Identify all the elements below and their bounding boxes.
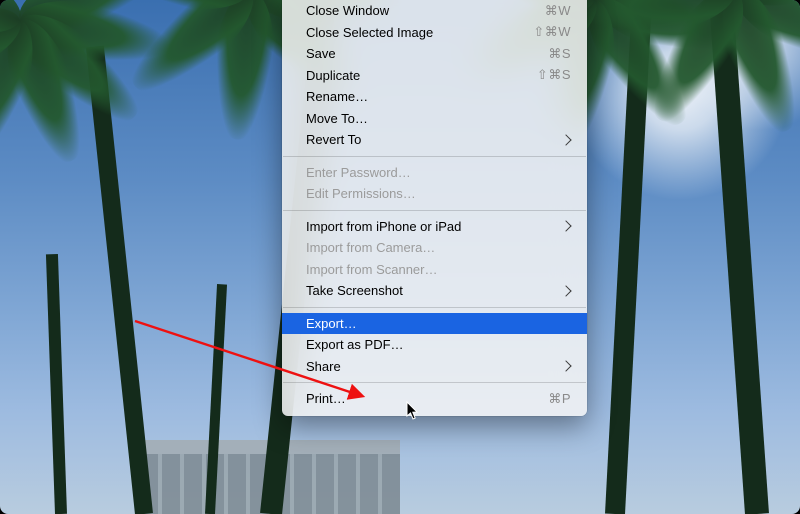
menu-separator bbox=[283, 210, 586, 211]
menu-item-shortcut: ⇧⌘S bbox=[537, 67, 571, 83]
menu-item-label: Export as PDF… bbox=[306, 337, 571, 352]
menu-item-close-selected-image[interactable]: Close Selected Image ⇧⌘W bbox=[282, 22, 587, 44]
menu-item-save[interactable]: Save ⌘S bbox=[282, 43, 587, 65]
menu-item-label: Close Window bbox=[306, 3, 545, 18]
chevron-right-icon bbox=[560, 134, 571, 145]
menu-item-export-as-pdf[interactable]: Export as PDF… bbox=[282, 334, 587, 356]
menu-item-label: Edit Permissions… bbox=[306, 186, 571, 201]
menu-item-label: Save bbox=[306, 46, 548, 61]
chevron-right-icon bbox=[560, 221, 571, 232]
menu-item-label: Move To… bbox=[306, 111, 571, 126]
menu-separator bbox=[283, 382, 586, 383]
screenshot-viewport: Close Window ⌘W Close Selected Image ⇧⌘W… bbox=[0, 0, 800, 514]
menu-item-import-from-scanner: Import from Scanner… bbox=[282, 259, 587, 281]
chevron-right-icon bbox=[560, 361, 571, 372]
menu-item-label: Take Screenshot bbox=[306, 283, 562, 298]
menu-item-enter-password: Enter Password… bbox=[282, 162, 587, 184]
menu-item-shortcut: ⌘P bbox=[548, 391, 571, 407]
menu-item-label: Import from Scanner… bbox=[306, 262, 571, 277]
menu-item-shortcut: ⌘S bbox=[548, 46, 571, 62]
menu-item-print[interactable]: Print… ⌘P bbox=[282, 388, 587, 410]
menu-item-label: Revert To bbox=[306, 132, 562, 147]
menu-item-label: Close Selected Image bbox=[306, 25, 533, 40]
menu-item-shortcut: ⇧⌘W bbox=[533, 24, 571, 40]
menu-item-label: Duplicate bbox=[306, 68, 537, 83]
menu-item-edit-permissions: Edit Permissions… bbox=[282, 183, 587, 205]
menu-item-label: Export… bbox=[306, 316, 571, 331]
menu-separator bbox=[283, 307, 586, 308]
menu-item-label: Print… bbox=[306, 391, 548, 406]
menu-item-import-from-camera: Import from Camera… bbox=[282, 237, 587, 259]
menu-item-import-from-iphone-or-ipad[interactable]: Import from iPhone or iPad bbox=[282, 216, 587, 238]
menu-item-revert-to[interactable]: Revert To bbox=[282, 129, 587, 151]
file-menu: Close Window ⌘W Close Selected Image ⇧⌘W… bbox=[282, 0, 587, 416]
menu-item-label: Import from Camera… bbox=[306, 240, 571, 255]
menu-item-label: Enter Password… bbox=[306, 165, 571, 180]
menu-item-close-window[interactable]: Close Window ⌘W bbox=[282, 0, 587, 22]
menu-item-export[interactable]: Export… bbox=[282, 313, 587, 335]
menu-item-rename[interactable]: Rename… bbox=[282, 86, 587, 108]
chevron-right-icon bbox=[560, 285, 571, 296]
menu-item-share[interactable]: Share bbox=[282, 356, 587, 378]
menu-item-duplicate[interactable]: Duplicate ⇧⌘S bbox=[282, 65, 587, 87]
menu-item-shortcut: ⌘W bbox=[545, 3, 571, 19]
menu-item-label: Rename… bbox=[306, 89, 571, 104]
menu-item-label: Share bbox=[306, 359, 562, 374]
menu-separator bbox=[283, 156, 586, 157]
menu-item-label: Import from iPhone or iPad bbox=[306, 219, 562, 234]
menu-item-take-screenshot[interactable]: Take Screenshot bbox=[282, 280, 587, 302]
menu-item-move-to[interactable]: Move To… bbox=[282, 108, 587, 130]
